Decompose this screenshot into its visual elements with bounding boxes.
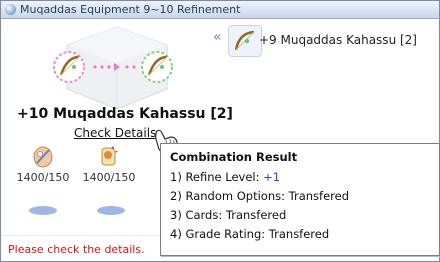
window-title: Muqaddas Equipment 9~10 Refinement — [20, 3, 241, 16]
scroll-rune-icon — [101, 146, 118, 166]
material-item-2[interactable]: 1400/150 — [79, 143, 139, 184]
tooltip-line-label: 4) Grade Rating: — [170, 227, 269, 241]
tooltip-line-label: 2) Random Options: — [170, 189, 289, 203]
tooltip-line-cards: 3) Cards: Transfered — [170, 208, 286, 222]
combination-preview — [53, 26, 173, 110]
tooltip-line-value: +1 — [263, 170, 281, 184]
combination-result-tooltip: Combination Result 1) Refine Level: +1 2… — [160, 143, 440, 256]
tooltip-line-label: 1) Refine Level: — [170, 170, 264, 184]
title-bar[interactable]: Muqaddas Equipment 9~10 Refinement — [1, 1, 439, 19]
check-details-link[interactable]: Check Details — [74, 126, 156, 140]
tooltip-line-value: Transfered — [288, 189, 350, 203]
double-chevron-left-icon: « — [213, 30, 222, 45]
tooltip-line-value: Transfered — [225, 208, 287, 222]
tooltip-line-grade-rating: 4) Grade Rating: Transfered — [170, 227, 329, 241]
result-item-name: +10 Muqaddas Kahassu [2] — [17, 106, 233, 122]
material-item-1[interactable]: 1400/150 — [13, 143, 73, 184]
tooltip-line-refine: 1) Refine Level: +1 — [170, 170, 280, 184]
source-item-right — [141, 51, 173, 83]
target-item-slot[interactable] — [228, 25, 262, 57]
tooltip-title: Combination Result — [170, 150, 298, 164]
feather-crystal-icon — [33, 146, 53, 168]
tooltip-line-value: Transfered — [268, 227, 330, 241]
material-slot-1 — [29, 206, 57, 215]
window-icon — [5, 4, 16, 15]
tooltip-line-random-options: 2) Random Options: Transfered — [170, 189, 349, 203]
target-item-name: +9 Muqaddas Kahassu [2] — [259, 33, 417, 47]
material-count: 1400/150 — [82, 171, 136, 184]
bow-icon — [234, 30, 255, 51]
status-message: Please check the details. — [8, 243, 145, 256]
material-slot-2 — [97, 206, 125, 215]
source-item-left — [53, 51, 85, 83]
material-count: 1400/150 — [16, 171, 70, 184]
tooltip-line-label: 3) Cards: — [170, 208, 226, 222]
